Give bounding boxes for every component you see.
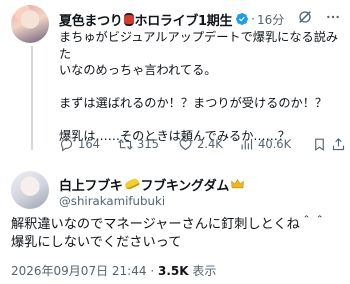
bookmark-button[interactable] [312,137,331,152]
like-count: 2.4K [197,137,223,151]
reply-icon [60,138,73,152]
author-name[interactable]: 白上フブキ [59,175,123,194]
tweet-line: いなのめっちゃ言われてる。 [59,63,217,77]
avatar[interactable] [11,5,49,43]
like-button[interactable]: 2.4K [178,137,223,152]
thread-line [31,46,33,150]
share-icon [332,137,345,150]
tweet-header: 夏色まつり ホロライブ1期生 · 16分 [59,10,284,29]
tweet-line: まずは選ばれるのか！？まつりが受けるのか！？ [59,96,328,110]
views-icon [241,138,253,149]
lantern-icon [123,12,134,26]
timestamp[interactable]: 16分 [257,11,284,28]
tweet-line: 爆乳にしないでくださいって [11,235,182,250]
verified-badge-icon [236,13,249,25]
banana-icon [123,177,140,191]
tweet-line: まちゅがビジュアルアップデートで爆乳になる説みた [59,30,339,61]
tweet-text: まちゅがビジュアルアップデートで爆乳になる説みた いなのめっちゃ言われてる。 ま… [59,29,341,145]
author-name-suffix[interactable]: フブキングダム [141,175,230,194]
author-name[interactable]: 夏色まつり [59,10,123,29]
timestamp[interactable]: 2026年09月07日 21:44 [11,264,146,278]
share-button[interactable] [331,137,350,152]
reply-count: 164 [78,137,100,151]
tweet-header: 白上フブキ フブキングダム [59,175,244,194]
tweet-text: 解釈違いなのでマネージャーさんに釘刺しとくね＾＾ 爆乳にしないでくださいって [11,216,347,252]
retweet-icon [118,138,133,150]
tweet-line: 解釈違いなのでマネージャーさんに釘刺しとくね＾＾ [11,217,327,232]
author-name-suffix[interactable]: ホロライブ1期生 [135,10,233,29]
reply-button[interactable]: 164 [59,137,100,152]
avatar[interactable] [11,171,49,209]
views-button[interactable]: 40.6K [239,137,291,152]
separator: · [251,12,255,26]
crown-icon [231,179,244,189]
author-handle[interactable]: @shirakamifubuki [59,194,165,208]
separator: · [150,264,155,278]
view-label: 表示 [192,264,217,278]
grok-icon[interactable] [297,9,313,25]
heart-icon [179,138,192,150]
retweet-button[interactable]: 315 [118,137,159,152]
bookmark-icon [315,138,324,151]
tweet-meta: 2026年09月07日 21:44 · 3.5K 表示 [11,262,216,279]
more-icon[interactable] [324,9,342,25]
retweet-count: 315 [137,137,159,151]
action-bar: 164 315 2.4K 40.6K [59,135,345,153]
parent-tweet[interactable]: 夏色まつり ホロライブ1期生 · 16分 まちゅがビジュアルアップデートで爆乳に… [0,0,350,152]
view-count: 3.5K [157,264,189,278]
views-count: 40.6K [258,137,292,151]
